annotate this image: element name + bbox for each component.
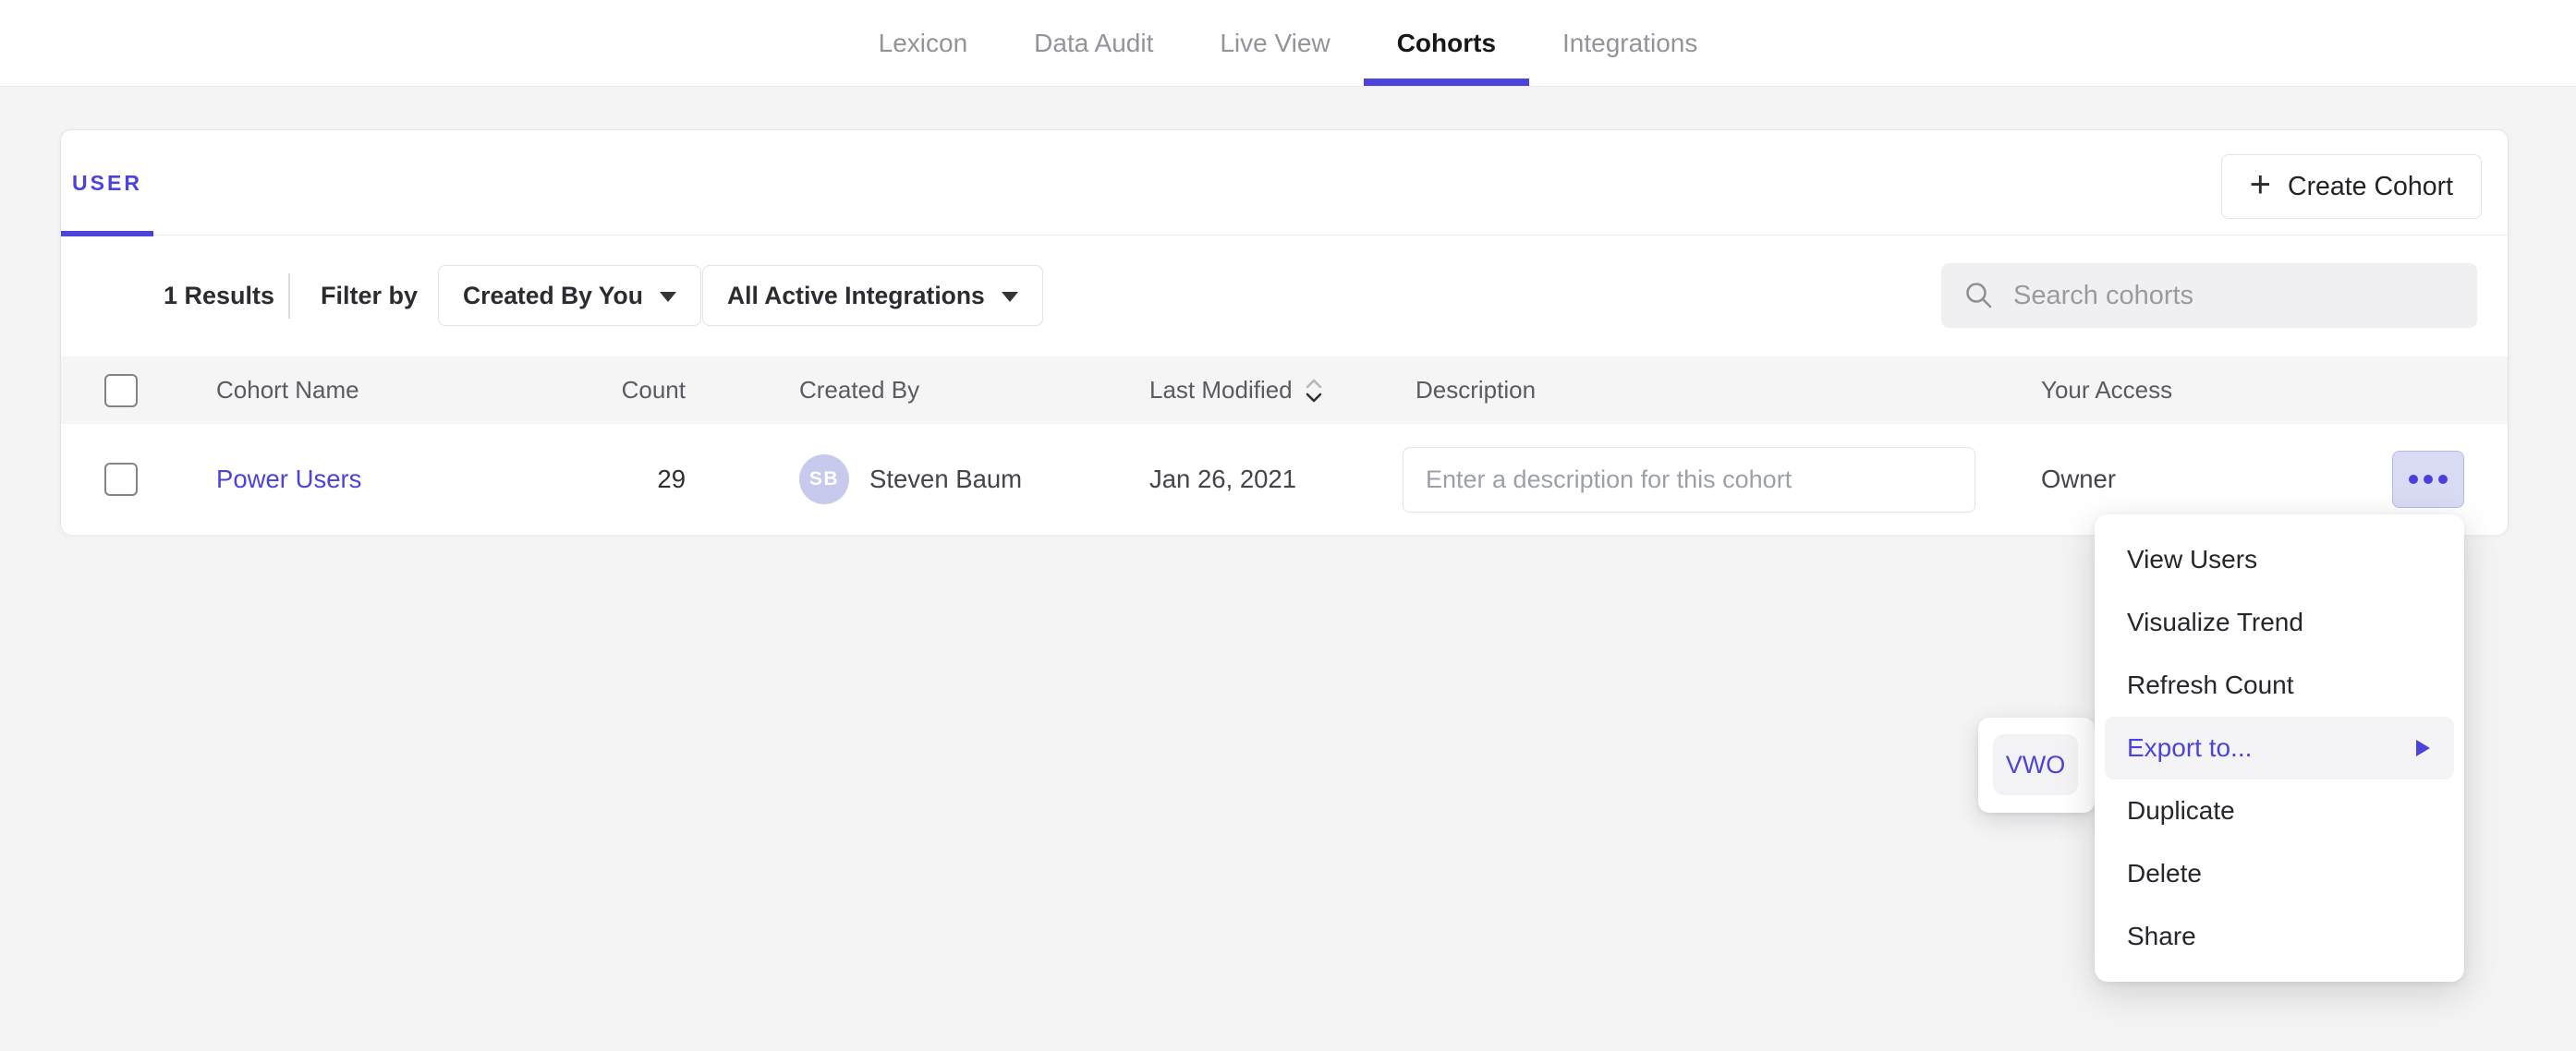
tab-user[interactable]: USER (61, 130, 153, 236)
top-navigation: Lexicon Data Audit Live View Cohorts Int… (0, 0, 2576, 87)
more-options-button[interactable] (2392, 451, 2464, 508)
sort-icon (1304, 377, 1324, 405)
nav-tab-label: Cohorts (1397, 29, 1496, 58)
table-header-row: Cohort Name Count Created By Last Modifi… (61, 356, 2508, 424)
row-checkbox[interactable] (104, 463, 138, 496)
created-by-name: Steven Baum (869, 465, 1022, 494)
results-count: 1 Results (164, 236, 274, 356)
tab-user-label: USER (72, 171, 142, 196)
search-icon (1963, 280, 1995, 311)
menu-item-visualize-trend[interactable]: Visualize Trend (2095, 591, 2464, 654)
cohort-name-link[interactable]: Power Users (216, 465, 361, 494)
export-submenu: VWO (1978, 718, 2095, 813)
header-last-modified[interactable]: Last Modified (1149, 356, 1324, 424)
nav-tab-label: Lexicon (879, 29, 968, 58)
last-modified-date: Jan 26, 2021 (1149, 465, 1296, 494)
header-description: Description (1416, 356, 1536, 424)
header-cohort-name: Cohort Name (216, 356, 359, 424)
more-options-icon (2424, 475, 2433, 484)
select-all-checkbox[interactable] (104, 374, 138, 407)
menu-item-duplicate[interactable]: Duplicate (2095, 779, 2464, 842)
avatar: SB (799, 454, 849, 504)
created-by-dropdown[interactable]: Created By You (438, 265, 701, 326)
nav-tab-live-view[interactable]: Live View (1186, 0, 1363, 86)
tab-user-underline (61, 231, 153, 236)
header-your-access: Your Access (2041, 356, 2172, 424)
header-created-by: Created By (799, 356, 919, 424)
access-value: Owner (2041, 465, 2116, 494)
menu-item-export-label: Export to... (2127, 733, 2252, 763)
more-options-icon (2409, 475, 2418, 484)
menu-item-refresh-count[interactable]: Refresh Count (2095, 654, 2464, 717)
menu-item-export-to[interactable]: Export to... (2105, 717, 2454, 779)
create-cohort-button[interactable]: + Create Cohort (2221, 154, 2482, 219)
row-context-menu: View Users Visualize Trend Refresh Count… (2095, 514, 2464, 982)
cohort-count: 29 (657, 465, 686, 494)
submenu-arrow-icon (2416, 740, 2430, 756)
integrations-dropdown-label: All Active Integrations (727, 282, 985, 310)
nav-tab-lexicon[interactable]: Lexicon (845, 0, 1002, 86)
chevron-down-icon (660, 292, 676, 302)
plus-icon: + (2250, 164, 2271, 206)
menu-item-share[interactable]: Share (2095, 905, 2464, 968)
nav-tab-label: Integrations (1562, 29, 1697, 58)
create-cohort-label: Create Cohort (2288, 172, 2453, 202)
panel-tabs-row: USER + Create Cohort (61, 130, 2508, 236)
menu-item-view-users[interactable]: View Users (2095, 528, 2464, 591)
search-input[interactable] (2011, 280, 2455, 312)
created-by-dropdown-label: Created By You (463, 282, 643, 310)
more-options-icon (2438, 475, 2448, 484)
nav-tab-label: Data Audit (1034, 29, 1153, 58)
header-count: Count (541, 356, 686, 424)
search-cohorts-box (1941, 263, 2477, 328)
nav-tab-cohorts[interactable]: Cohorts (1364, 0, 1529, 86)
filter-divider (288, 273, 290, 319)
chevron-down-icon (1002, 292, 1018, 302)
header-last-modified-label: Last Modified (1149, 376, 1293, 405)
filter-by-label: Filter by (321, 236, 418, 356)
nav-tab-integrations[interactable]: Integrations (1529, 0, 1731, 86)
description-input[interactable] (1403, 447, 1975, 513)
nav-tab-label: Live View (1220, 29, 1330, 58)
export-option-vwo[interactable]: VWO (1993, 734, 2078, 795)
integrations-dropdown[interactable]: All Active Integrations (702, 265, 1043, 326)
cohorts-panel: USER + Create Cohort 1 Results Filter by… (60, 129, 2509, 534)
active-tab-underline (1364, 79, 1529, 86)
menu-item-delete[interactable]: Delete (2095, 842, 2464, 905)
nav-tab-data-audit[interactable]: Data Audit (1001, 0, 1186, 86)
